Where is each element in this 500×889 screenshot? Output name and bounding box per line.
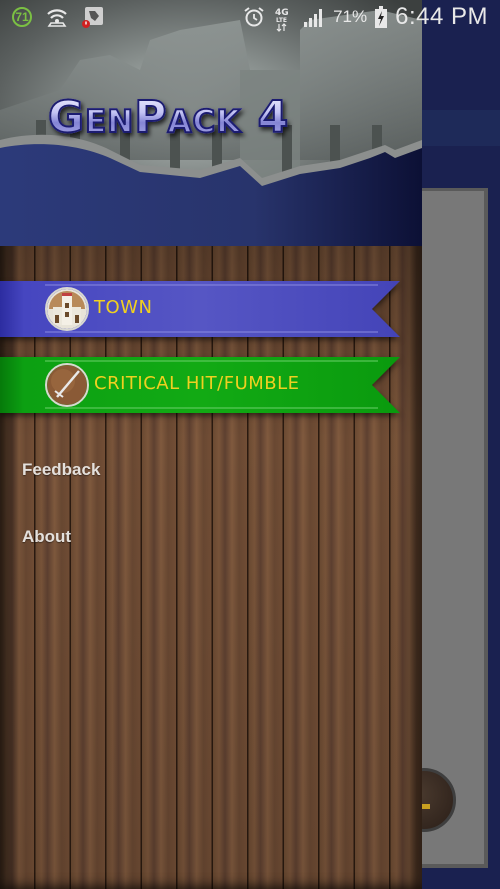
drawer-header: GenPack 4 — [0, 0, 422, 246]
battery-percentage: 71% — [333, 7, 368, 26]
shield-mark-icon — [422, 804, 430, 809]
menu-item-town[interactable]: TOWN — [0, 281, 400, 337]
background-header-panel — [422, 110, 500, 146]
alarm-icon — [243, 6, 265, 28]
clock: 6:44 PM — [395, 3, 488, 30]
wood-background — [0, 246, 422, 889]
status-bar: 71 4G LTE 71% 6:44 PM — [0, 0, 500, 36]
app-title-logo: GenPack 4 — [47, 91, 290, 144]
wifi-hotspot-icon — [46, 6, 68, 28]
signal-strength-icon — [303, 6, 325, 28]
menu-item-label: CRITICAL HIT/FUMBLE — [94, 373, 300, 394]
lte-4g-icon: 4G LTE — [273, 6, 295, 32]
menu-item-label: TOWN — [94, 297, 153, 318]
menu-item-critical-hit-fumble[interactable]: CRITICAL HIT/FUMBLE — [0, 357, 400, 413]
navigation-drawer: GenPack 4 TOWN CRITICAL HIT/FUMBLE Feedb… — [0, 0, 422, 889]
svg-text:LTE: LTE — [276, 17, 287, 24]
notification-count-icon: 71 — [12, 7, 32, 27]
battery-charging-icon — [375, 6, 388, 28]
background-content-panel — [422, 188, 488, 868]
about-link[interactable]: About — [22, 527, 71, 547]
castle-icon — [45, 287, 89, 331]
app-alert-icon — [82, 6, 104, 28]
sword-shield-icon — [45, 363, 89, 407]
feedback-link[interactable]: Feedback — [22, 460, 100, 480]
